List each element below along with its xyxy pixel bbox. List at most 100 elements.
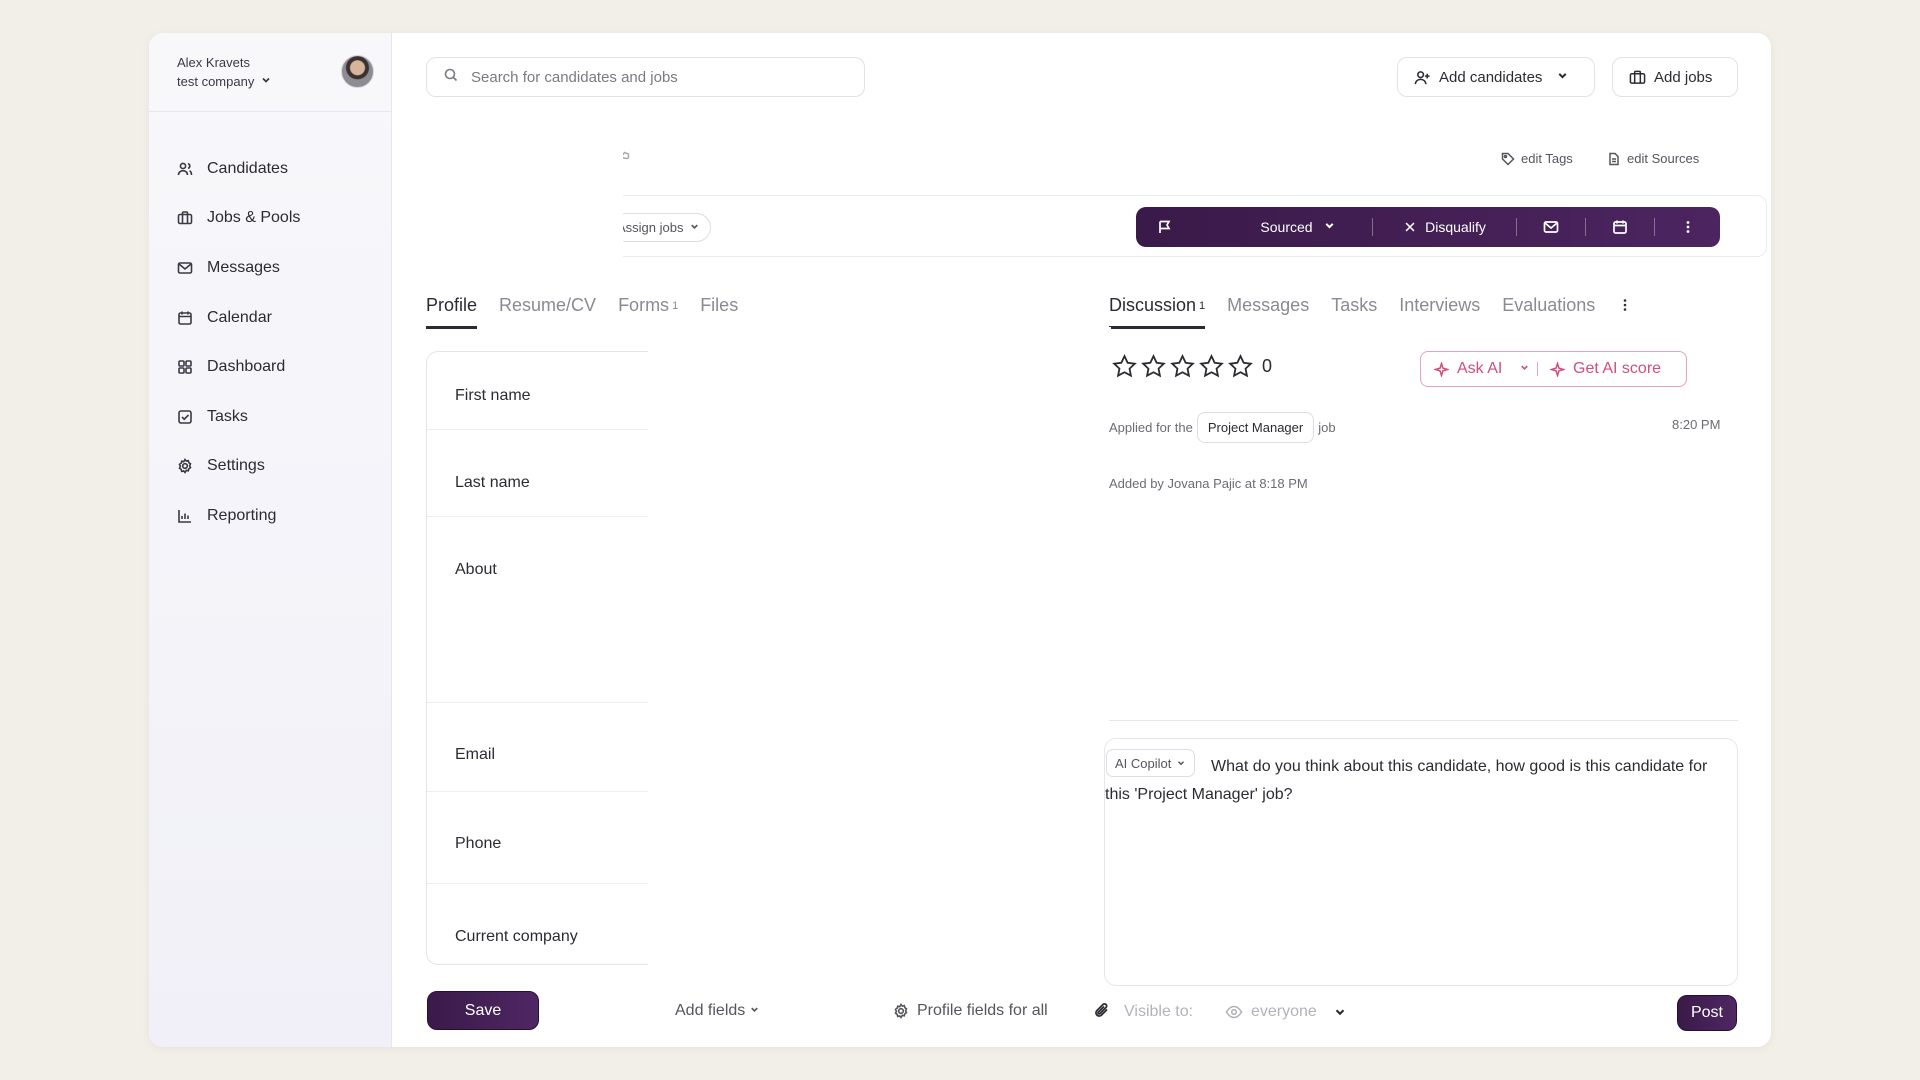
sidebar-item-candidates[interactable]: Candidates — [149, 144, 392, 194]
user-plus-icon — [1414, 70, 1430, 84]
visibility-select[interactable]: everyone — [1225, 1003, 1317, 1021]
tab-tasks[interactable]: Tasks — [1331, 295, 1377, 326]
job-chip[interactable]: Project Manager — [1196, 412, 1315, 443]
sidebar-item-label: Settings — [207, 457, 265, 475]
more-vertical-icon — [1624, 299, 1627, 311]
get-ai-score-button[interactable]: Get AI score — [1550, 360, 1661, 378]
tab-profile[interactable]: Profile — [426, 295, 478, 329]
sidebar-item-jobs-pools[interactable]: Jobs & Pools — [149, 194, 392, 244]
chevron-down-icon — [689, 220, 700, 235]
sidebar-item-tasks[interactable]: Tasks — [149, 392, 392, 442]
tab-label: Files — [700, 295, 739, 315]
tab-discussion[interactable]: Discussion 1 — [1109, 295, 1206, 329]
document-icon — [1609, 152, 1619, 165]
profile-fields-for-all-button[interactable]: Profile fields for all — [893, 1002, 1048, 1020]
edit-sources-link[interactable]: edit Sources — [1607, 151, 1699, 166]
star-icon[interactable] — [1140, 353, 1167, 380]
tab-count: 1 — [1199, 300, 1206, 312]
first-name-label: First name — [455, 387, 531, 404]
briefcase-icon — [1629, 70, 1646, 84]
tab-messages[interactable]: Messages — [1227, 295, 1309, 326]
briefcase-icon — [177, 210, 193, 226]
add-candidates-label: Add candidates — [1439, 68, 1543, 86]
add-fields-dropdown[interactable]: Add fields — [675, 1002, 760, 1020]
sidebar-item-label: Tasks — [207, 407, 248, 425]
chevron-down-icon — [1556, 69, 1569, 86]
assign-jobs-dropdown[interactable]: Assign jobs — [611, 213, 712, 242]
add-jobs-button[interactable]: Add jobs — [1612, 57, 1738, 97]
flag-button[interactable] — [1136, 207, 1194, 247]
star-rating[interactable]: 0 — [1111, 353, 1272, 380]
rating-count: 0 — [1262, 356, 1273, 376]
visibility-dropdown[interactable] — [1333, 1005, 1347, 1024]
tab-label: Evaluations — [1502, 295, 1596, 315]
divider — [427, 883, 653, 884]
save-button[interactable]: Save — [427, 991, 539, 1030]
ask-ai-dropdown[interactable] — [1519, 360, 1533, 378]
sidebar-item-messages[interactable]: Messages — [149, 243, 392, 293]
grid-icon — [177, 359, 193, 375]
star-icon[interactable] — [1198, 353, 1225, 380]
disqualify-button[interactable]: Disqualify — [1373, 207, 1516, 247]
email-label: Email — [455, 746, 496, 763]
tab-label: Resume/CV — [499, 295, 597, 315]
ask-ai-label: Ask AI — [1457, 360, 1503, 377]
sparkle-icon — [1550, 361, 1565, 377]
tab-interviews[interactable]: Interviews — [1399, 295, 1480, 326]
profile-tabs: Profile Resume/CV Forms 1 Files — [426, 295, 738, 329]
applied-event: Applied for the Project Manager job — [1109, 412, 1336, 443]
star-icon[interactable] — [1111, 353, 1138, 380]
email-button[interactable] — [1517, 207, 1585, 247]
more-vertical-icon — [1686, 221, 1689, 233]
chevron-down-icon — [1176, 756, 1186, 771]
company-name: test company — [177, 74, 255, 89]
chevron-down-icon — [1323, 219, 1336, 235]
more-actions-button[interactable] — [1655, 207, 1720, 247]
current-company-label: Current company — [455, 928, 578, 945]
applied-prefix: Applied for the — [1109, 420, 1193, 435]
sidebar-item-label: Calendar — [207, 308, 272, 326]
ai-copilot-dropdown[interactable]: AI Copilot — [1106, 749, 1196, 777]
added-by-event: Added by Jovana Pajic at 8:18 PM — [1109, 476, 1308, 491]
schedule-button[interactable] — [1586, 207, 1654, 247]
sidebar-item-label: Reporting — [207, 506, 277, 524]
edit-tags-label: edit Tags — [1521, 151, 1573, 166]
tab-files[interactable]: Files — [700, 295, 738, 329]
search-bar[interactable] — [426, 57, 865, 97]
mail-icon — [1543, 221, 1559, 233]
tab-resume-cv[interactable]: Resume/CV — [499, 295, 596, 329]
sidebar-item-label: Candidates — [207, 159, 288, 177]
divider — [427, 429, 653, 430]
search-input[interactable] — [471, 68, 851, 86]
attach-button[interactable] — [1093, 1001, 1111, 1024]
mail-icon — [177, 260, 193, 276]
divider — [1109, 720, 1738, 721]
ask-ai-button[interactable]: Ask AI — [1421, 360, 1519, 378]
tabs-more-button[interactable] — [1617, 295, 1633, 328]
redacted-area — [397, 134, 623, 257]
stage-dropdown[interactable]: Sourced — [1194, 207, 1372, 247]
sidebar-item-reporting[interactable]: Reporting — [149, 491, 392, 541]
company-switcher[interactable]: test company — [177, 74, 272, 89]
user-menu[interactable]: Alex Kravets test company — [149, 33, 392, 112]
star-icon[interactable] — [1227, 353, 1254, 380]
tab-forms[interactable]: Forms 1 — [618, 295, 678, 329]
edit-tags-link[interactable]: edit Tags — [1501, 151, 1573, 166]
star-icon[interactable] — [1169, 353, 1196, 380]
composer-text[interactable]: What do you think about this candidate, … — [1105, 753, 1725, 809]
profile-form: First name Last name About Email Phone C… — [426, 351, 653, 965]
sidebar-item-settings[interactable]: Settings — [149, 442, 392, 492]
sidebar-item-dashboard[interactable]: Dashboard — [149, 342, 392, 392]
post-button[interactable]: Post — [1677, 995, 1737, 1031]
avatar[interactable] — [341, 55, 374, 88]
edit-sources-label: edit Sources — [1627, 151, 1700, 166]
tab-label: Forms — [618, 295, 670, 315]
add-jobs-label: Add jobs — [1654, 68, 1713, 86]
user-name: Alex Kravets — [177, 55, 250, 70]
tab-label: Discussion — [1109, 295, 1197, 315]
sidebar-item-calendar[interactable]: Calendar — [149, 293, 392, 343]
app-window: Alex Kravets test company Candidates Job… — [149, 33, 1771, 1047]
tab-evaluations[interactable]: Evaluations — [1502, 295, 1595, 326]
add-candidates-button[interactable]: Add candidates — [1397, 57, 1595, 97]
calendar-icon — [177, 310, 193, 326]
